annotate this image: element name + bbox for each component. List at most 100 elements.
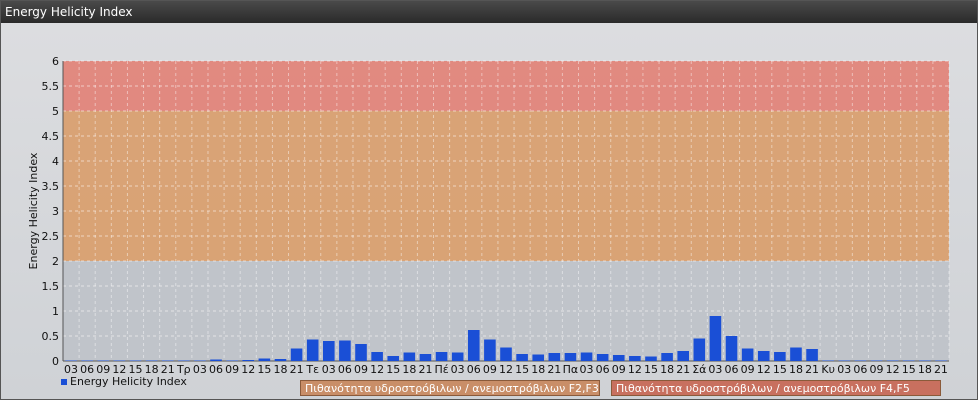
bar-42 (741, 348, 754, 361)
x-tick-label-19: 12 (370, 363, 384, 376)
bar-31 (564, 353, 577, 361)
bar-52 (902, 360, 915, 361)
y-tick-label-9: 4.5 (42, 130, 60, 143)
bar-33 (596, 354, 609, 361)
bar-16 (323, 341, 335, 361)
bar-0 (65, 360, 77, 361)
x-tick-label-31: Πα (563, 363, 579, 376)
bar-10 (226, 360, 238, 361)
x-tick-label-45: 18 (789, 363, 803, 376)
x-tick-label-33: 06 (596, 363, 610, 376)
bar-25 (467, 330, 480, 361)
bar-21 (403, 352, 416, 361)
bar-17 (339, 340, 351, 361)
bar-19 (371, 352, 383, 361)
y-tick-label-8: 4 (52, 155, 59, 168)
x-tick-label-50: 09 (870, 363, 884, 376)
bar-30 (548, 353, 561, 361)
x-tick-label-10: 09 (225, 363, 239, 376)
bar-1 (81, 360, 93, 361)
bar-53 (919, 360, 931, 361)
x-tick-label-32: 03 (580, 363, 594, 376)
bar-37 (661, 353, 673, 361)
bar-44 (774, 352, 786, 361)
bar-46 (806, 349, 818, 361)
x-tick-label-18: 09 (354, 363, 368, 376)
bar-29 (532, 354, 545, 361)
x-tick-label-41: 06 (725, 363, 739, 376)
bar-15 (306, 339, 319, 361)
bar-23 (435, 352, 448, 361)
x-tick-label-11: 12 (241, 363, 255, 376)
bar-22 (419, 354, 432, 361)
x-tick-label-15: Τε (305, 363, 319, 376)
bar-40 (709, 316, 722, 361)
x-tick-label-47: Κυ (821, 363, 835, 376)
legend-zone-f2f3[interactable]: Πιθανότητα υδροστρόβιλων / ανεμοστρόβιλω… (300, 380, 600, 396)
bar-11 (242, 360, 255, 361)
x-tick-label-44: 15 (773, 363, 787, 376)
x-tick-label-12: 15 (257, 363, 271, 376)
bar-8 (194, 360, 206, 361)
legend-series-entry[interactable]: Energy Helicity Index (61, 375, 187, 389)
x-tick-label-54: 21 (934, 363, 948, 376)
x-tick-label-21: 18 (402, 363, 416, 376)
x-tick-label-8: 03 (193, 363, 207, 376)
x-tick-label-46: 21 (805, 363, 819, 376)
x-tick-label-26: 09 (483, 363, 497, 376)
bar-9 (210, 359, 222, 361)
x-tick-label-30: 21 (547, 363, 561, 376)
bar-18 (355, 344, 367, 361)
x-tick-label-20: 15 (386, 363, 400, 376)
y-tick-label-11: 5.5 (42, 80, 60, 93)
legend-series-label: Energy Helicity Index (70, 375, 187, 388)
bar-39 (693, 338, 706, 361)
bar-41 (725, 336, 738, 361)
bar-32 (580, 352, 593, 361)
bar-36 (645, 356, 657, 361)
bar-50 (870, 360, 883, 361)
x-tick-label-34: 09 (612, 363, 626, 376)
y-tick-label-7: 3.5 (42, 180, 60, 193)
y-axis-title: Energy Helicity Index (27, 152, 40, 269)
bar-20 (387, 356, 400, 361)
bar-48 (838, 360, 851, 361)
x-tick-label-16: 03 (322, 363, 336, 376)
bar-3 (113, 360, 126, 361)
x-tick-label-9: 06 (209, 363, 223, 376)
bar-38 (677, 351, 689, 361)
bar-14 (290, 348, 303, 361)
x-tick-label-22: 21 (418, 363, 432, 376)
x-tick-label-40: 03 (708, 363, 722, 376)
x-tick-label-49: 06 (853, 363, 867, 376)
x-tick-label-42: 09 (741, 363, 755, 376)
legend-zone-f4f5[interactable]: Πιθανότητα υδροστρόβιλων / ανεμοστρόβιλω… (611, 380, 941, 396)
x-tick-label-51: 12 (886, 363, 900, 376)
bar-4 (129, 360, 142, 361)
bar-2 (97, 360, 110, 361)
y-tick-label-0: 0 (52, 355, 59, 368)
x-tick-label-17: 06 (338, 363, 352, 376)
bar-35 (629, 356, 641, 361)
y-tick-label-6: 3 (52, 205, 59, 218)
bar-54 (935, 360, 947, 361)
bar-43 (757, 351, 770, 361)
x-tick-label-35: 12 (628, 363, 642, 376)
bar-7 (178, 360, 190, 361)
bar-45 (790, 347, 802, 361)
bar-28 (516, 354, 528, 361)
x-tick-label-43: 12 (757, 363, 771, 376)
bar-24 (451, 352, 464, 361)
x-tick-label-25: 06 (467, 363, 481, 376)
bar-47 (822, 360, 834, 361)
y-tick-label-5: 2.5 (42, 230, 60, 243)
legend-series-swatch (61, 379, 67, 385)
legend-zone-f2f3-label: Πιθανότητα υδροστρόβιλων / ανεμοστρόβιλω… (305, 382, 599, 395)
x-tick-label-14: 21 (290, 363, 304, 376)
x-tick-label-27: 12 (499, 363, 513, 376)
bar-6 (161, 360, 174, 361)
x-tick-label-52: 15 (902, 363, 916, 376)
y-tick-label-10: 5 (52, 105, 59, 118)
x-tick-label-36: 15 (644, 363, 658, 376)
bar-26 (484, 339, 496, 361)
